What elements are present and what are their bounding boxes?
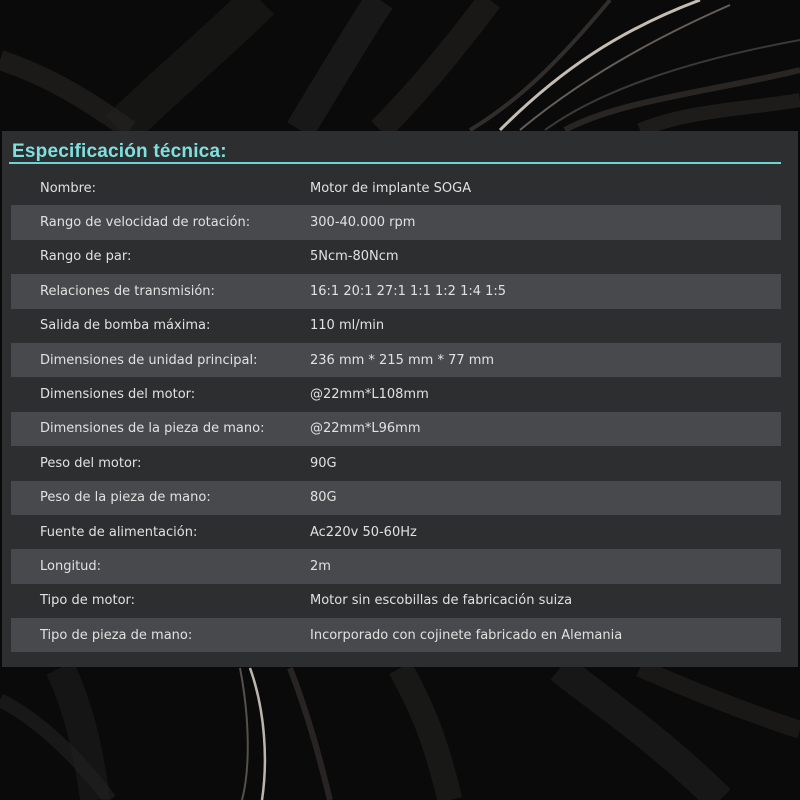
spec-value: @22mm*L96mm <box>310 421 421 437</box>
spec-row-longitud: Longitud: 2m <box>11 549 781 584</box>
spec-row-dim-motor: Dimensiones del motor: @22mm*L108mm <box>11 377 781 411</box>
spec-value: Motor de implante SOGA <box>310 180 472 196</box>
title-underline <box>9 162 781 164</box>
spec-label: Nombre: <box>40 180 97 196</box>
spec-row-peso-pieza: Peso de la pieza de mano: 80G <box>11 480 781 515</box>
spec-row-relaciones: Relaciones de transmisión: 16:1 20:1 27:… <box>11 274 781 309</box>
spec-row-peso-motor: Peso del motor: 90G <box>11 446 781 480</box>
spec-label: Rango de velocidad de rotación: <box>40 215 251 231</box>
spec-value: 300-40.000 rpm <box>310 215 416 231</box>
spec-row-tipo-motor: Tipo de motor: Motor sin escobillas de f… <box>11 584 781 618</box>
spec-label: Dimensiones de unidad principal: <box>40 352 258 368</box>
spec-label: Salida de bomba máxima: <box>40 318 211 334</box>
spec-label: Tipo de motor: <box>40 593 136 609</box>
spec-value: @22mm*L108mm <box>310 387 429 403</box>
spec-label: Peso de la pieza de mano: <box>40 490 211 506</box>
spec-value: Incorporado con cojinete fabricado en Al… <box>310 627 623 643</box>
spec-value: 90G <box>310 455 337 471</box>
spec-label: Longitud: <box>40 558 102 574</box>
spec-label: Relaciones de transmisión: <box>40 283 215 299</box>
spec-value: 236 mm * 215 mm * 77 mm <box>310 352 495 368</box>
spec-value: 80G <box>310 490 337 506</box>
spec-row-par: Rango de par: 5Ncm-80Ncm <box>11 240 781 274</box>
spec-row-tipo-pieza: Tipo de pieza de mano: Incorporado con c… <box>11 618 781 653</box>
spec-row-bomba: Salida de bomba máxima: 110 ml/min <box>11 309 781 343</box>
spec-row-nombre: Nombre: Motor de implante SOGA <box>11 171 781 205</box>
spec-value: 2m <box>310 558 331 574</box>
spec-label: Peso del motor: <box>40 455 142 471</box>
spec-value: Ac220v 50-60Hz <box>310 524 417 540</box>
spec-label: Tipo de pieza de mano: <box>40 627 193 643</box>
spec-row-dim-unidad: Dimensiones de unidad principal: 236 mm … <box>11 342 781 378</box>
spec-label: Fuente de alimentación: <box>40 524 198 540</box>
spec-value: 5Ncm-80Ncm <box>310 249 399 265</box>
spec-label: Dimensiones del motor: <box>40 387 196 403</box>
spec-value: Motor sin escobillas de fabricación suiz… <box>310 593 573 609</box>
section-title: Especificación técnica: <box>12 141 227 162</box>
spec-row-velocidad: Rango de velocidad de rotación: 300-40.0… <box>11 205 781 240</box>
spec-label: Rango de par: <box>40 249 132 265</box>
spec-value: 110 ml/min <box>310 318 385 334</box>
spec-table: Nombre: Motor de implante SOGA Rango de … <box>11 171 781 653</box>
spec-row-dim-pieza: Dimensiones de la pieza de mano: @22mm*L… <box>11 411 781 447</box>
spec-label: Dimensiones de la pieza de mano: <box>40 421 265 437</box>
spec-value: 16:1 20:1 27:1 1:1 1:2 1:4 1:5 <box>310 283 507 299</box>
spec-row-fuente: Fuente de alimentación: Ac220v 50-60Hz <box>11 515 781 549</box>
